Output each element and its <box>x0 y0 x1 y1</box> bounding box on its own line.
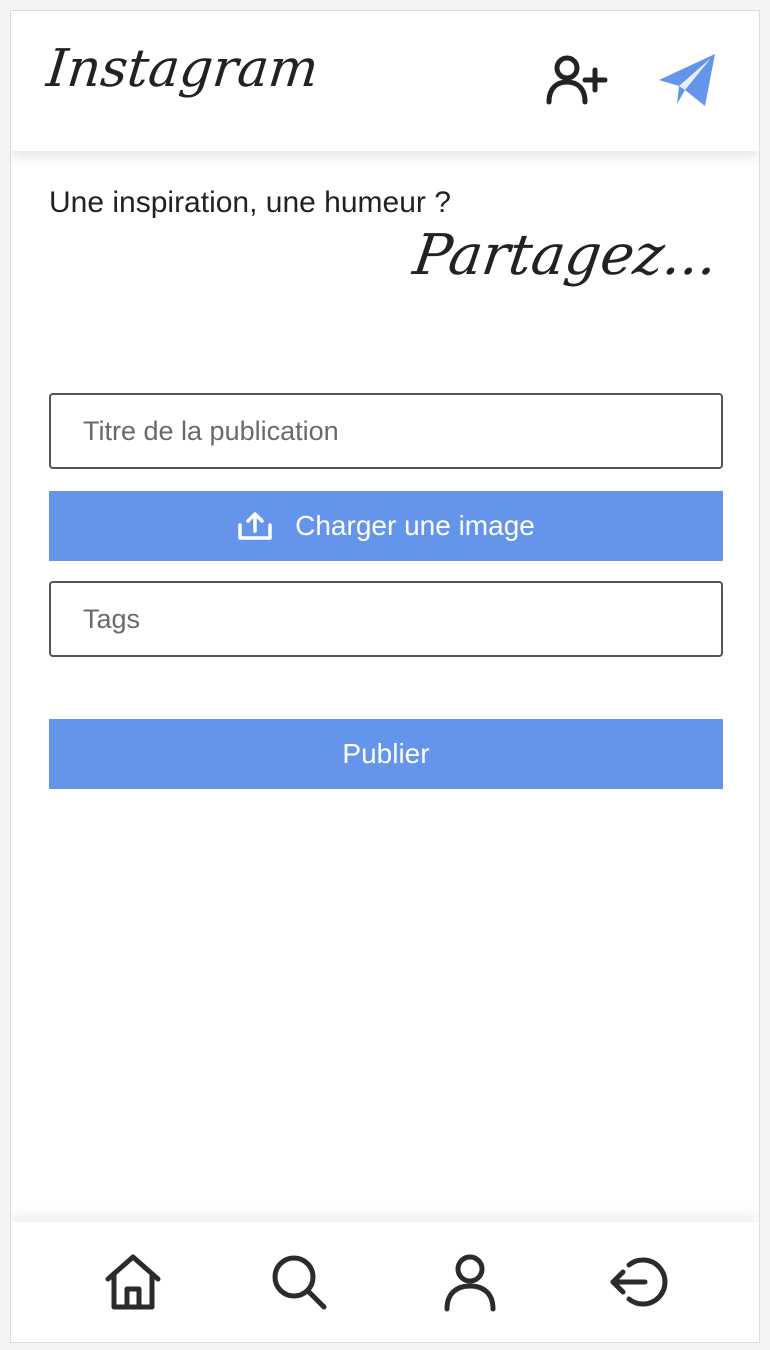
upload-icon <box>237 511 273 541</box>
title-input[interactable] <box>51 395 721 467</box>
app-screen: Instagram Une inspiration, une humeur ? … <box>10 10 760 1343</box>
nav-logout[interactable] <box>604 1247 674 1317</box>
publish-button[interactable]: Publier <box>49 719 723 789</box>
intro-question: Une inspiration, une humeur ? <box>49 186 451 219</box>
bottom-nav <box>11 1222 759 1342</box>
add-user-button[interactable] <box>541 49 613 111</box>
search-icon <box>272 1255 327 1310</box>
nav-profile[interactable] <box>435 1247 505 1317</box>
upload-image-label: Charger une image <box>295 510 535 541</box>
nav-home[interactable] <box>98 1247 168 1317</box>
title-field[interactable] <box>49 393 723 469</box>
upload-image-button[interactable]: Charger une image <box>49 491 723 561</box>
send-message-button[interactable] <box>651 45 723 115</box>
app-logo: Instagram <box>43 39 322 99</box>
tags-field[interactable] <box>49 581 723 657</box>
top-header: Instagram <box>11 11 759 151</box>
send-icon <box>659 54 715 106</box>
nav-search[interactable] <box>264 1247 334 1317</box>
user-plus-icon <box>546 55 608 105</box>
profile-icon <box>444 1254 496 1312</box>
tags-input[interactable] <box>51 583 721 655</box>
share-heading: Partagez... <box>409 223 722 288</box>
logout-icon <box>610 1257 668 1307</box>
publish-label: Publier <box>342 738 430 769</box>
home-icon <box>105 1254 161 1310</box>
